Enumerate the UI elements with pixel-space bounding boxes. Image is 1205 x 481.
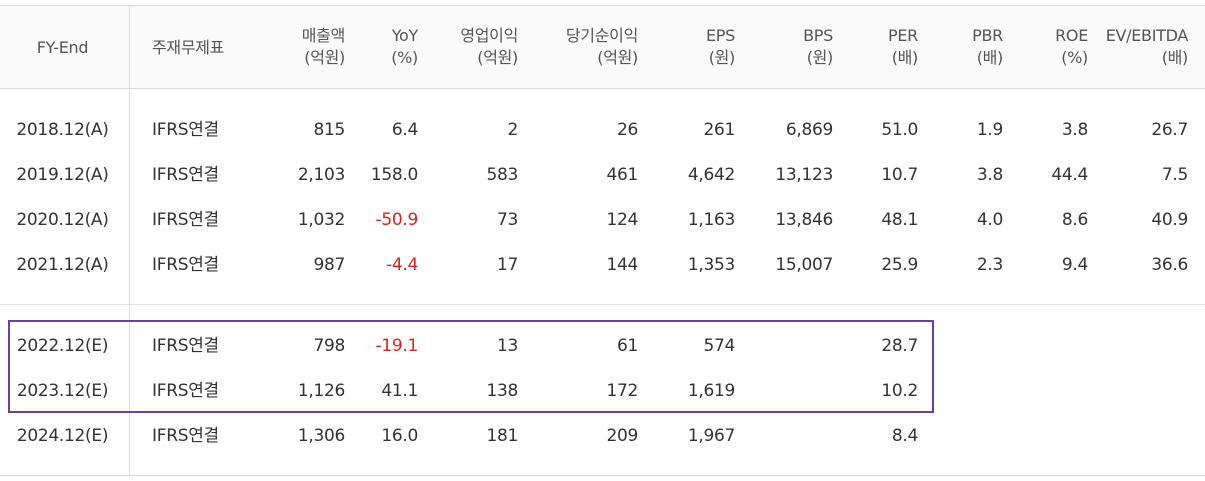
- cell-stmt: IFRS연결: [152, 381, 219, 401]
- cell-stmt: IFRS연결: [152, 210, 219, 230]
- cell-yoy: -4.4: [386, 255, 418, 275]
- cell-fy: 2018.12(A): [16, 120, 109, 140]
- cell-fy: 2020.12(A): [16, 210, 109, 230]
- header-net-income: 당기순이익 (억원): [565, 26, 638, 67]
- cell-pbr: 3.8: [976, 165, 1003, 185]
- cell-net: 172: [606, 381, 638, 401]
- cell-sales: 1,306: [297, 426, 345, 446]
- cell-roe: 44.4: [1051, 165, 1088, 185]
- header-bps: BPS (원): [803, 26, 833, 67]
- cell-stmt: IFRS연결: [152, 426, 219, 446]
- cell-per: 48.1: [881, 210, 918, 230]
- cell-ev: 26.7: [1151, 120, 1188, 140]
- table-bottom-border: [0, 475, 1205, 476]
- cell-net: 61: [616, 336, 638, 356]
- cell-fy: 2023.12(E): [16, 381, 109, 401]
- cell-fy: 2019.12(A): [16, 165, 109, 185]
- cell-sales: 815: [313, 120, 345, 140]
- header-sales: 매출액 (억원): [301, 26, 346, 67]
- cell-op: 73: [496, 210, 518, 230]
- cell-yoy: 158.0: [370, 165, 418, 185]
- cell-net: 124: [606, 210, 638, 230]
- cell-ev: 36.6: [1151, 255, 1188, 275]
- cell-yoy: -19.1: [375, 336, 419, 356]
- table-header-border: [0, 88, 1205, 89]
- cell-per: 51.0: [881, 120, 918, 140]
- cell-op: 17: [496, 255, 518, 275]
- cell-yoy: 41.1: [381, 381, 418, 401]
- header-fy-end: FY-End: [36, 38, 89, 57]
- cell-eps: 1,353: [687, 255, 735, 275]
- cell-pbr: 1.9: [976, 120, 1003, 140]
- cell-yoy: 16.0: [381, 426, 418, 446]
- cell-op: 2: [507, 120, 518, 140]
- cell-stmt: IFRS연결: [152, 336, 219, 356]
- cell-yoy: 6.4: [391, 120, 418, 140]
- cell-stmt: IFRS연결: [152, 120, 219, 140]
- cell-sales: 987: [313, 255, 345, 275]
- cell-bps: 13,846: [775, 210, 833, 230]
- header-operating-income: 영업이익 (억원): [460, 26, 518, 67]
- header-main-statement: 주재무제표: [152, 38, 225, 57]
- cell-roe: 8.6: [1061, 210, 1088, 230]
- cell-bps: 15,007: [775, 255, 833, 275]
- cell-ev: 40.9: [1151, 210, 1188, 230]
- cell-sales: 798: [313, 336, 345, 356]
- cell-yoy: -50.9: [375, 210, 419, 230]
- cell-per: 25.9: [881, 255, 918, 275]
- cell-pbr: 4.0: [976, 210, 1003, 230]
- cell-fy: 2021.12(A): [16, 255, 109, 275]
- cell-per: 10.2: [881, 381, 918, 401]
- cell-eps: 1,967: [687, 426, 735, 446]
- cell-net: 209: [606, 426, 638, 446]
- cell-net: 461: [606, 165, 638, 185]
- cell-ev: 7.5: [1161, 165, 1188, 185]
- cell-bps: 6,869: [785, 120, 833, 140]
- header-yoy: YoY (%): [391, 26, 418, 67]
- cell-op: 583: [486, 165, 518, 185]
- header-pbr: PBR (배): [972, 26, 1003, 67]
- cell-net: 144: [606, 255, 638, 275]
- cell-sales: 1,126: [297, 381, 345, 401]
- cell-op: 13: [496, 336, 518, 356]
- cell-eps: 1,619: [687, 381, 735, 401]
- cell-eps: 261: [703, 120, 735, 140]
- column-divider: [129, 6, 130, 476]
- cell-per: 8.4: [891, 426, 918, 446]
- cell-eps: 1,163: [687, 210, 735, 230]
- cell-bps: 13,123: [775, 165, 833, 185]
- header-roe: ROE (%): [1055, 26, 1088, 67]
- cell-op: 138: [486, 381, 518, 401]
- cell-eps: 574: [703, 336, 735, 356]
- header-ev-ebitda: EV/EBITDA (배): [1105, 26, 1189, 67]
- cell-stmt: IFRS연결: [152, 165, 219, 185]
- cell-sales: 1,032: [297, 210, 345, 230]
- cell-fy: 2024.12(E): [16, 426, 109, 446]
- cell-op: 181: [486, 426, 518, 446]
- cell-roe: 9.4: [1061, 255, 1088, 275]
- cell-per: 10.7: [881, 165, 918, 185]
- header-eps: EPS (원): [705, 26, 735, 67]
- cell-pbr: 2.3: [976, 255, 1003, 275]
- cell-stmt: IFRS연결: [152, 255, 219, 275]
- cell-sales: 2,103: [297, 165, 345, 185]
- cell-fy: 2022.12(E): [16, 336, 109, 356]
- cell-roe: 3.8: [1061, 120, 1088, 140]
- header-per: PER (배): [888, 26, 918, 67]
- cell-net: 26: [616, 120, 638, 140]
- actual-estimate-separator: [0, 304, 1205, 305]
- cell-per: 28.7: [881, 336, 918, 356]
- cell-eps: 4,642: [687, 165, 735, 185]
